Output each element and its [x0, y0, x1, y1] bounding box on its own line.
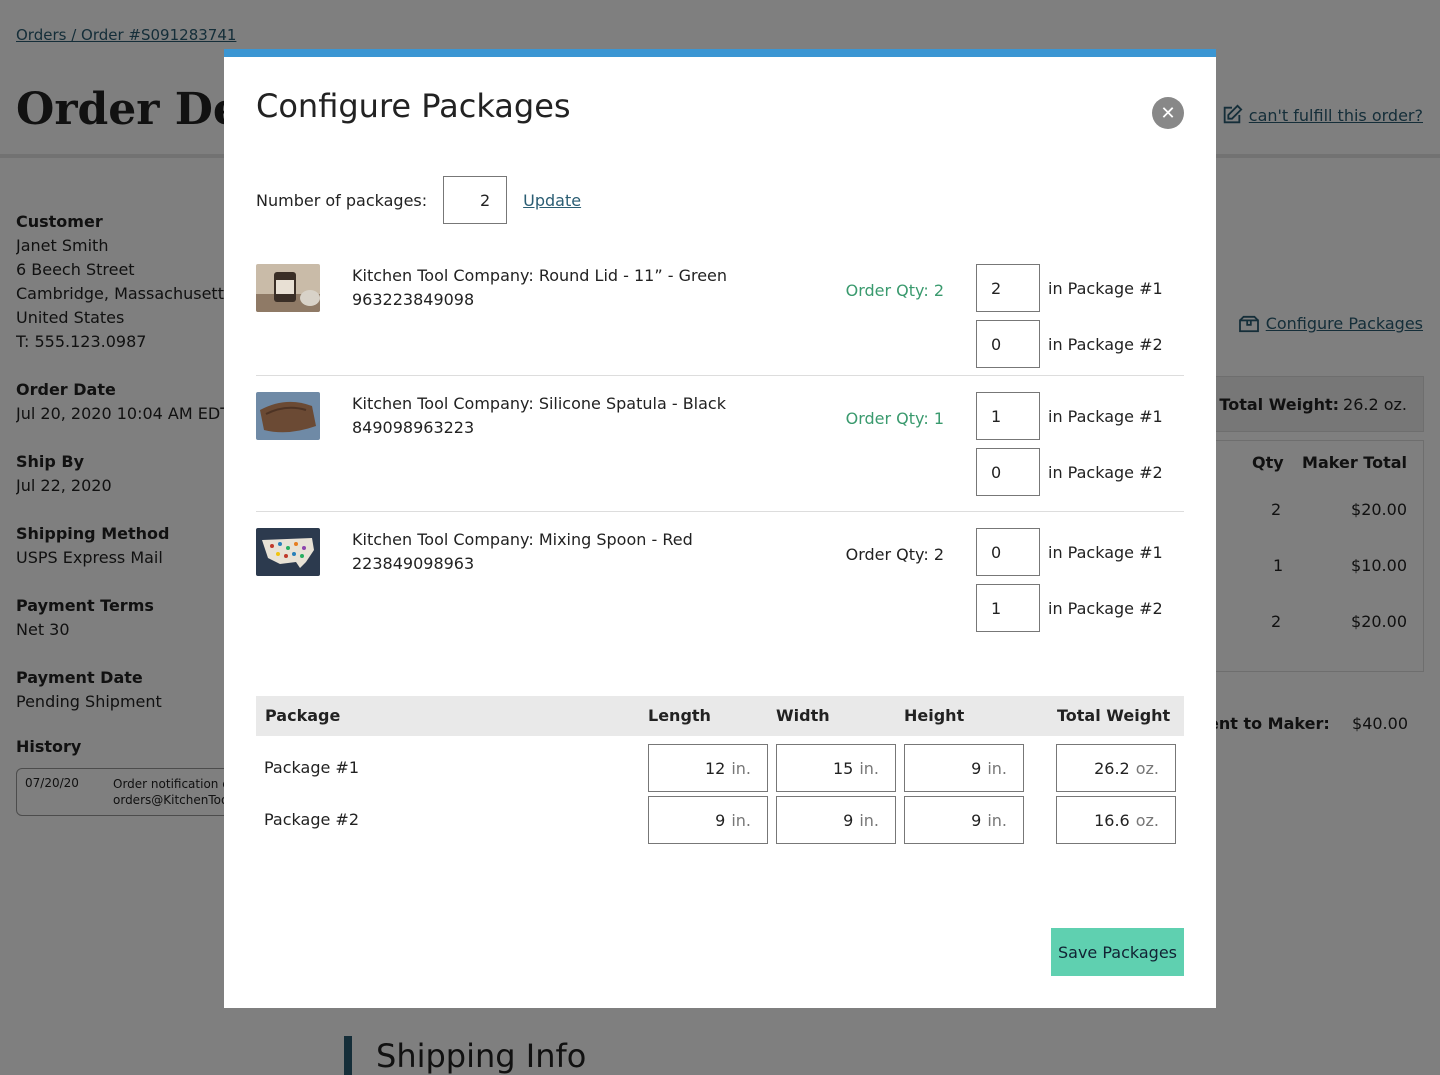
- product-name: Kitchen Tool Company: Silicone Spatula -…: [352, 394, 726, 413]
- package-2-assignment: 1 in Package #2: [976, 584, 1163, 632]
- modal-title: Configure Packages: [256, 87, 571, 125]
- weight-input[interactable]: 26.2 oz.: [1056, 744, 1176, 792]
- product-name: Kitchen Tool Company: Round Lid - 11” - …: [352, 266, 728, 285]
- unit-label: in.: [987, 810, 1007, 830]
- package-1-label: in Package #1: [1048, 278, 1163, 298]
- number-of-packages-label: Number of packages:: [256, 190, 428, 210]
- unit-label: in.: [731, 810, 751, 830]
- height-value: 9: [971, 810, 982, 830]
- table-header: Package Length Width Height Total Weight: [256, 696, 1184, 736]
- order-qty: Order Qty: 2: [845, 281, 944, 300]
- table-row: Package #2 9 in. 9 in. 9 in. 16.6 oz.: [256, 796, 1184, 844]
- close-icon: ✕: [1160, 102, 1176, 124]
- length-value: 9: [715, 810, 726, 830]
- product-name: Kitchen Tool Company: Mixing Spoon - Red: [352, 530, 693, 549]
- package-2-assignment: 0 in Package #2: [976, 448, 1163, 496]
- height-input[interactable]: 9 in.: [904, 744, 1024, 792]
- product-sku: 849098963223: [352, 418, 475, 437]
- number-of-packages-row: Number of packages: 2 Update: [256, 176, 581, 224]
- length-header: Length: [648, 706, 711, 725]
- package-dimensions-table: Package Length Width Height Total Weight…: [256, 696, 1184, 844]
- unit-label: in.: [731, 758, 751, 778]
- package-header: Package: [265, 706, 341, 725]
- total-weight-header: Total Weight: [1057, 706, 1171, 725]
- product-sku: 223849098963: [352, 554, 475, 573]
- product-info: Kitchen Tool Company: Silicone Spatula -…: [352, 392, 726, 440]
- package-1-label: in Package #1: [1048, 406, 1163, 426]
- close-button[interactable]: ✕: [1152, 97, 1184, 129]
- package-1-assignment: 2 in Package #1: [976, 264, 1163, 312]
- unit-label: oz.: [1135, 810, 1159, 830]
- height-header: Height: [904, 706, 965, 725]
- update-link[interactable]: Update: [523, 191, 581, 210]
- length-value: 12: [704, 758, 726, 778]
- number-of-packages-input[interactable]: 2: [443, 176, 508, 224]
- product-thumbnail: [256, 528, 320, 576]
- weight-value: 16.6: [1094, 810, 1130, 830]
- width-value: 9: [843, 810, 854, 830]
- width-input[interactable]: 9 in.: [776, 796, 896, 844]
- line-item: Kitchen Tool Company: Silicone Spatula -…: [256, 392, 1184, 512]
- unit-label: in.: [859, 758, 879, 778]
- length-input[interactable]: 12 in.: [648, 744, 768, 792]
- product-sku: 963223849098: [352, 290, 475, 309]
- save-packages-button[interactable]: Save Packages: [1051, 928, 1184, 976]
- package-1-qty-input[interactable]: 1: [976, 392, 1040, 440]
- package-1-assignment: 0 in Package #1: [976, 528, 1163, 576]
- package-name: Package #2: [264, 810, 359, 829]
- package-2-label: in Package #2: [1048, 334, 1163, 354]
- line-item: Kitchen Tool Company: Round Lid - 11” - …: [256, 264, 1184, 376]
- width-input[interactable]: 15 in.: [776, 744, 896, 792]
- weight-input[interactable]: 16.6 oz.: [1056, 796, 1176, 844]
- height-value: 9: [971, 758, 982, 778]
- order-qty: Order Qty: 1: [845, 409, 944, 428]
- order-qty: Order Qty: 2: [845, 545, 944, 564]
- width-value: 15: [832, 758, 854, 778]
- package-name: Package #1: [264, 758, 359, 777]
- package-2-qty-input[interactable]: 0: [976, 448, 1040, 496]
- configure-packages-modal: Configure Packages ✕ Number of packages:…: [224, 49, 1216, 1008]
- package-2-label: in Package #2: [1048, 598, 1163, 618]
- package-1-assignment: 1 in Package #1: [976, 392, 1163, 440]
- width-header: Width: [776, 706, 830, 725]
- height-input[interactable]: 9 in.: [904, 796, 1024, 844]
- package-2-assignment: 0 in Package #2: [976, 320, 1163, 368]
- package-1-label: in Package #1: [1048, 542, 1163, 562]
- weight-value: 26.2: [1094, 758, 1130, 778]
- unit-label: in.: [987, 758, 1007, 778]
- line-item: Kitchen Tool Company: Mixing Spoon - Red…: [256, 528, 1184, 632]
- product-thumbnail: [256, 264, 320, 312]
- unit-label: oz.: [1135, 758, 1159, 778]
- product-info: Kitchen Tool Company: Mixing Spoon - Red…: [352, 528, 693, 576]
- package-1-qty-input[interactable]: 2: [976, 264, 1040, 312]
- length-input[interactable]: 9 in.: [648, 796, 768, 844]
- package-2-qty-input[interactable]: 0: [976, 320, 1040, 368]
- package-1-qty-input[interactable]: 0: [976, 528, 1040, 576]
- product-info: Kitchen Tool Company: Round Lid - 11” - …: [352, 264, 727, 312]
- unit-label: in.: [859, 810, 879, 830]
- product-thumbnail: [256, 392, 320, 440]
- package-2-label: in Package #2: [1048, 462, 1163, 482]
- table-row: Package #1 12 in. 15 in. 9 in. 26.2 oz.: [256, 744, 1184, 792]
- package-2-qty-input[interactable]: 1: [976, 584, 1040, 632]
